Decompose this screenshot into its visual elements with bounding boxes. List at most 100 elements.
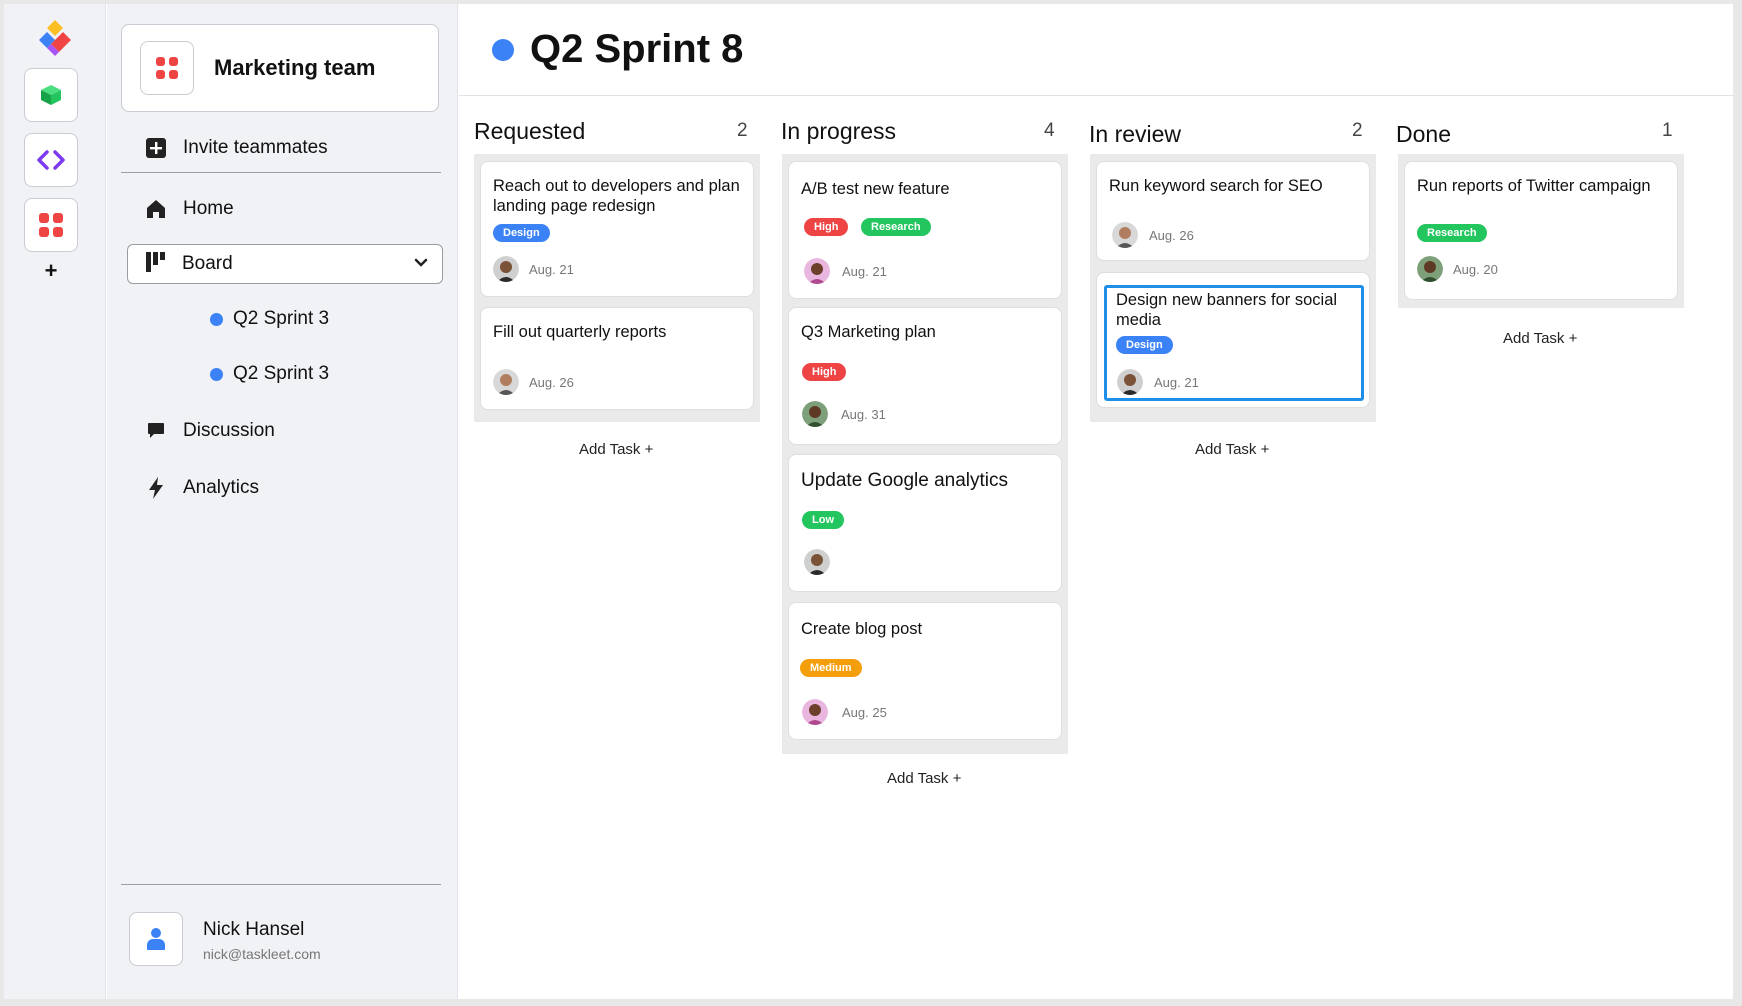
- column-count: 1: [1662, 120, 1673, 141]
- sidebar-item-analytics[interactable]: Analytics: [145, 473, 259, 503]
- sprint-dot: [210, 367, 223, 381]
- assignee-avatar: [493, 256, 519, 282]
- sprint-dot: [210, 312, 223, 326]
- sidebar-item-discussion[interactable]: Discussion: [145, 416, 275, 446]
- task-due-date: Aug. 21: [842, 264, 887, 279]
- workspace-code-button[interactable]: [24, 133, 78, 187]
- sprint-label: Q2 Sprint 3: [233, 363, 330, 384]
- app-window: + Marketing team Invite teammates Home B…: [4, 4, 1733, 999]
- selected-card-highlight: Design new banners for social media Desi…: [1104, 285, 1364, 401]
- chevron-down-icon: [414, 255, 428, 273]
- task-card[interactable]: Q3 Marketing plan High Aug. 31: [788, 307, 1062, 445]
- task-due-date: Aug. 26: [1149, 228, 1194, 243]
- tag-high: High: [802, 363, 847, 381]
- task-title: Run keyword search for SEO: [1109, 177, 1323, 195]
- column-title-requested: Requested: [474, 118, 586, 144]
- task-card[interactable]: Fill out quarterly reports Aug. 26: [480, 307, 754, 410]
- plus-icon: +: [44, 258, 58, 283]
- assignee-avatar: [804, 549, 830, 575]
- task-card[interactable]: A/B test new feature High Research Aug. …: [788, 161, 1062, 299]
- task-card[interactable]: Run keyword search for SEO Aug. 26: [1096, 161, 1370, 261]
- task-due-date: Aug. 21: [1154, 375, 1199, 390]
- column-title-in-progress: In progress: [781, 118, 897, 144]
- task-card[interactable]: Update Google analytics Low: [788, 454, 1062, 592]
- home-icon: [145, 198, 167, 220]
- sidebar-item-label: Analytics: [183, 477, 260, 498]
- user-email: nick@taskleet.com: [203, 946, 321, 962]
- task-due-date: Aug. 21: [529, 262, 574, 277]
- tag-design: Design: [1116, 336, 1173, 354]
- team-name: Marketing team: [214, 55, 376, 80]
- user-avatar-button[interactable]: [129, 912, 183, 966]
- tag-design: Design: [493, 224, 550, 242]
- invite-teammates-button[interactable]: Invite teammates: [145, 133, 328, 163]
- tag-research: Research: [861, 218, 931, 236]
- assignee-avatar: [493, 369, 519, 395]
- task-title: Create blog post: [801, 620, 923, 638]
- column-title-done: Done: [1396, 121, 1451, 147]
- user-icon: [147, 928, 165, 950]
- column-title-in-review: In review: [1089, 121, 1182, 147]
- team-grid-icon: [140, 41, 194, 95]
- task-card[interactable]: Run reports of Twitter campaign Research…: [1404, 161, 1678, 300]
- code-icon: [37, 150, 65, 170]
- task-title: A/B test new feature: [801, 180, 950, 198]
- task-due-date: Aug. 26: [529, 375, 574, 390]
- task-card[interactable]: Design new banners for social media Desi…: [1096, 272, 1370, 408]
- chat-bubble-icon: [145, 420, 167, 442]
- task-title: Q3 Marketing plan: [801, 323, 936, 341]
- add-workspace-button[interactable]: +: [40, 260, 62, 282]
- sidebar-item-home[interactable]: Home: [145, 194, 234, 224]
- app-rail: +: [4, 4, 106, 999]
- tag-high: High: [804, 218, 849, 236]
- page-title: Q2 Sprint 8: [530, 27, 744, 71]
- app-logo-icon: [35, 18, 75, 58]
- assignee-avatar: [1117, 369, 1143, 395]
- user-name: Nick Hansel: [203, 919, 305, 940]
- grid-icon: [39, 213, 63, 237]
- sidebar-divider: [121, 172, 441, 173]
- task-due-date: Aug. 25: [842, 705, 887, 720]
- task-title: Run reports of Twitter campaign: [1417, 177, 1651, 195]
- tag-research: Research: [1417, 224, 1487, 242]
- task-title: Update Google analytics: [801, 470, 1009, 491]
- workspace-grid-button[interactable]: [24, 198, 78, 252]
- task-title: Reach out to developers and plan landing…: [493, 177, 740, 215]
- sidebar-item-sprint[interactable]: Q2 Sprint 3: [210, 308, 329, 330]
- page-header: Q2 Sprint 8: [459, 4, 1733, 96]
- add-task-button[interactable]: Add Task +: [1195, 441, 1269, 458]
- plus-square-icon: [145, 137, 167, 159]
- assignee-avatar: [804, 258, 830, 284]
- column-count: 4: [1044, 120, 1055, 141]
- sidebar-divider: [121, 884, 441, 885]
- sidebar: Marketing team Invite teammates Home Boa…: [107, 4, 458, 999]
- assignee-avatar: [802, 699, 828, 725]
- board-icon: [146, 251, 168, 277]
- add-task-button[interactable]: Add Task +: [579, 441, 653, 458]
- add-task-button[interactable]: Add Task +: [887, 770, 961, 787]
- add-task-button[interactable]: Add Task +: [1503, 330, 1577, 347]
- task-title: Fill out quarterly reports: [493, 323, 667, 341]
- tag-low: Low: [802, 511, 844, 529]
- sidebar-item-label: Home: [183, 198, 234, 219]
- sidebar-item-sprint[interactable]: Q2 Sprint 3: [210, 363, 329, 385]
- invite-label: Invite teammates: [183, 137, 328, 158]
- sidebar-item-label: Discussion: [183, 420, 275, 441]
- assignee-avatar: [1417, 256, 1443, 282]
- team-switcher[interactable]: Marketing team: [121, 24, 439, 112]
- cube-icon: [41, 85, 61, 105]
- board-label: Board: [182, 253, 233, 274]
- task-due-date: Aug. 31: [841, 407, 886, 422]
- task-due-date: Aug. 20: [1453, 262, 1498, 277]
- task-card[interactable]: Create blog post Medium Aug. 25: [788, 602, 1062, 740]
- sprint-label: Q2 Sprint 3: [233, 308, 330, 329]
- workspace-cube-button[interactable]: [24, 68, 78, 122]
- tag-medium: Medium: [800, 659, 862, 677]
- lightning-icon: [145, 477, 167, 499]
- assignee-avatar: [802, 401, 828, 427]
- column-count: 2: [1352, 120, 1363, 141]
- board-dropdown[interactable]: Board: [127, 244, 443, 284]
- column-count: 2: [737, 120, 748, 141]
- task-card[interactable]: Reach out to developers and plan landing…: [480, 161, 754, 297]
- assignee-avatar: [1112, 222, 1138, 248]
